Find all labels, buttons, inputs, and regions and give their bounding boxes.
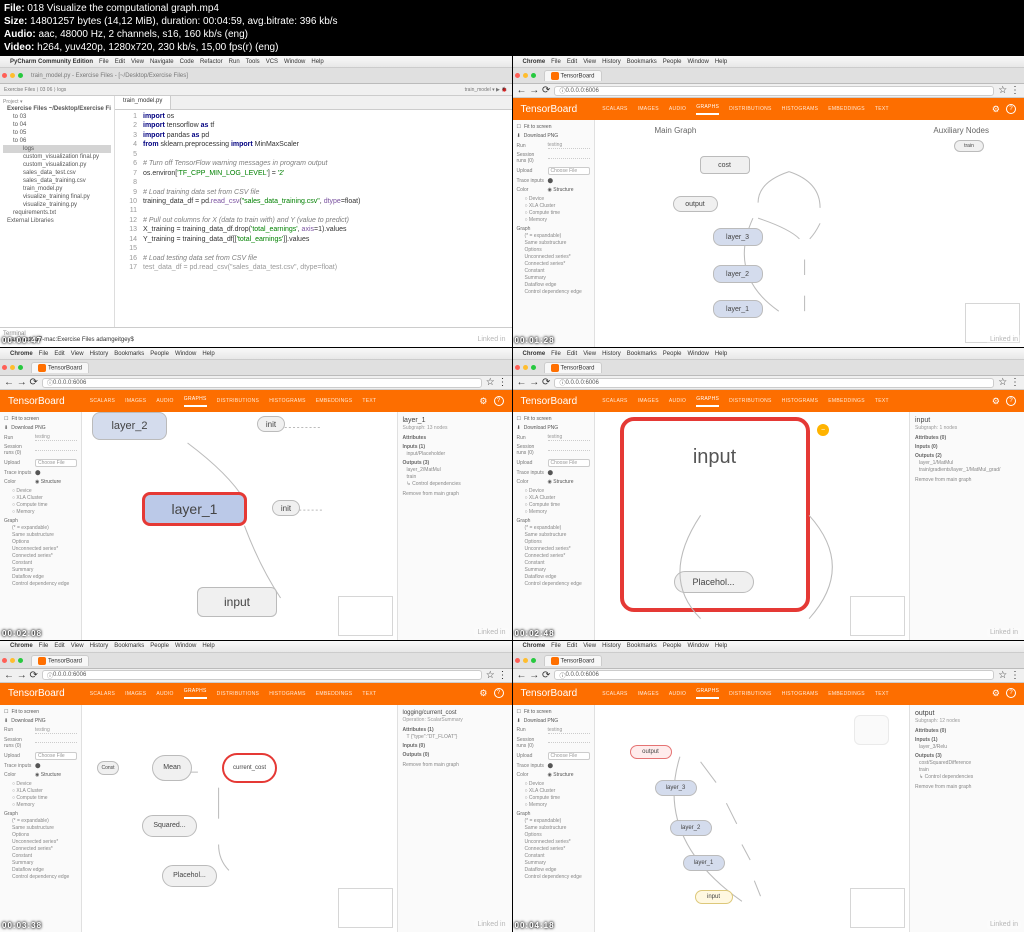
thumbnail-3-tensorboard: Chrome FileEditView HistoryBookmarksPeop… — [0, 348, 512, 639]
timestamp: 00:00:47 — [2, 336, 42, 345]
node-input-expanded[interactable]: input Placehol... — [620, 417, 810, 612]
node-init[interactable]: init — [257, 416, 285, 432]
thumbnail-2-tensorboard: Chrome FileEditView HistoryBookmarksPeop… — [513, 56, 1024, 347]
thumbnail-1-pycharm: PyCharm Community Edition FileEdit ViewN… — [0, 56, 512, 347]
mac-menubar: PyCharm Community Edition FileEdit ViewN… — [0, 56, 512, 68]
thumbnail-6-tensorboard: Chrome FileEditView HistoryBookmarksPeop… — [513, 641, 1024, 932]
node-placeholder[interactable]: Placehol... — [162, 865, 217, 887]
nav-graphs[interactable]: GRAPHS — [696, 104, 719, 115]
help-icon[interactable]: ? — [1006, 104, 1016, 114]
collapse-icon[interactable]: − — [817, 424, 829, 436]
node-mean[interactable]: Mean — [152, 755, 192, 781]
file-metadata-header: File: 018 Visualize the computational gr… — [0, 0, 1024, 56]
code-editor[interactable]: train_model.py 1import os2import tensorf… — [115, 96, 512, 327]
node-info-panel: layer_1Subgraph: 13 nodes Attributes Inp… — [397, 412, 512, 639]
tb-sidebar: ☐ Fit to screen⬇ Download PNGRuntestingS… — [513, 120, 595, 347]
node-output-selected[interactable]: output — [630, 745, 672, 759]
node-current-cost[interactable]: current_cost — [222, 753, 277, 783]
node-const[interactable]: Const — [97, 761, 119, 775]
graph-canvas[interactable]: Main Graph Auxiliary Nodes cost output l… — [595, 120, 1024, 347]
node-squared[interactable]: Squared... — [142, 815, 197, 837]
node-layer1[interactable]: layer_1 — [713, 300, 763, 318]
gear-icon[interactable]: ⚙ — [992, 104, 1000, 115]
node-output[interactable]: output — [673, 196, 718, 212]
tree-item-logs[interactable]: logs — [3, 145, 111, 153]
project-tree[interactable]: Project ▾ Exercise Files ~/Desktop/Exerc… — [0, 96, 115, 327]
node-layer2[interactable]: layer_2 — [92, 412, 167, 440]
watermark: Linked in — [474, 335, 508, 344]
url-bar[interactable]: ⓘ 0.0.0.0:6006 — [554, 86, 994, 96]
node-placeholder[interactable]: Placehol... — [674, 571, 754, 593]
node-layer2[interactable]: layer_2 — [713, 265, 763, 283]
ide-toolbar: Exercise Files ⟩ 03 06 ⟩ logstrain_model… — [0, 84, 512, 96]
terminal-panel[interactable]: Terminal + car-booth-17-mac:Exercise Fil… — [0, 327, 512, 347]
node-input[interactable]: input — [197, 587, 277, 617]
node-layer1-selected[interactable]: layer_1 — [142, 492, 247, 526]
remove-link[interactable]: Remove from main graph — [403, 491, 507, 497]
window-titlebar: train_model.py - Exercise Files - [~/Des… — [0, 68, 512, 84]
browser-tab[interactable]: TensorBoard — [544, 70, 602, 81]
thumbnail-5-tensorboard: Chrome FileEditView HistoryBookmarksPeop… — [0, 641, 512, 932]
aux-node-train[interactable]: train — [954, 140, 984, 152]
node-layer3[interactable]: layer_3 — [713, 228, 763, 246]
node-cost[interactable]: cost — [700, 156, 750, 174]
tensorboard-header: TensorBoard SCALARS IMAGES AUDIO GRAPHS … — [513, 98, 1024, 120]
thumbnail-4-tensorboard: Chrome FileEditView HistoryBookmarksPeop… — [513, 348, 1024, 639]
